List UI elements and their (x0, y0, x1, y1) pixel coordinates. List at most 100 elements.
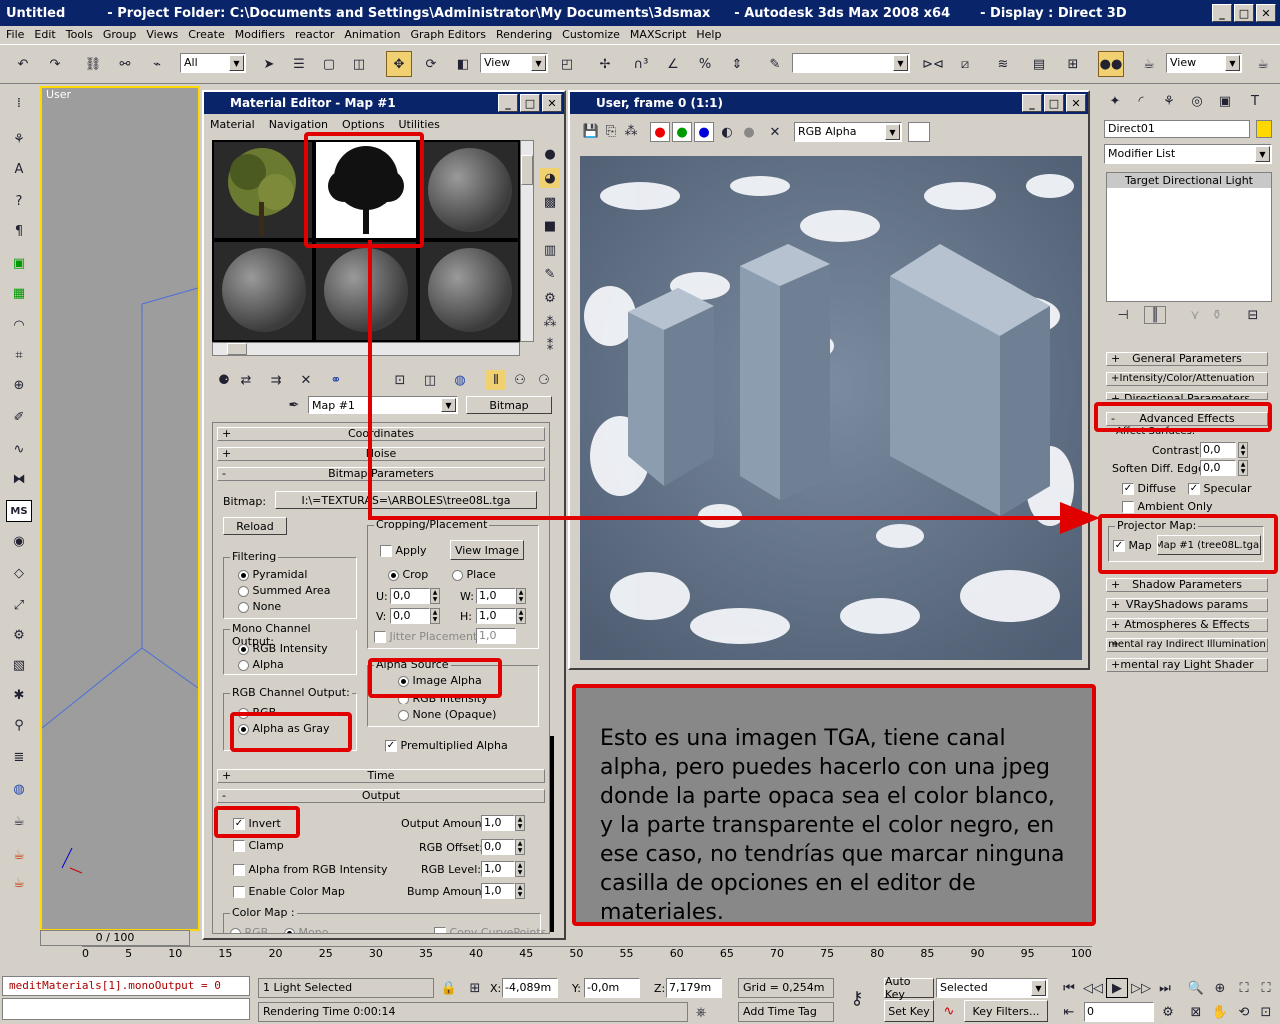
place-radio[interactable]: Place (452, 568, 496, 581)
select-link-icon[interactable]: ⁞ (6, 92, 32, 114)
backlight-icon[interactable]: ◕ (540, 168, 560, 188)
set-key-button[interactable]: Set Key (884, 1000, 934, 1022)
play-icon[interactable]: ▶ (1106, 978, 1128, 998)
color-map-rgb[interactable]: RGB (230, 926, 268, 933)
quick-render-icon[interactable]: ☕ (1250, 51, 1276, 77)
menu-graph-editors[interactable]: Graph Editors (406, 26, 492, 44)
output-amount-field[interactable]: 1,0 (481, 815, 515, 831)
enable-color-map-checkbox[interactable]: Enable Color Map (233, 885, 345, 898)
contrast-field[interactable]: 0,0 (1200, 442, 1236, 458)
pan-icon[interactable]: ✋ (1210, 1002, 1230, 1022)
filter-pyramidal[interactable]: Pyramidal (238, 568, 307, 581)
go-to-end-icon[interactable]: ⏭ (1154, 978, 1176, 998)
zoom-extents-icon[interactable]: ⛶ (1234, 978, 1254, 998)
bump-amount-field[interactable]: 1,0 (481, 883, 515, 899)
render-setup-icon[interactable]: ☕ (1136, 51, 1162, 77)
me-minimize-button[interactable]: _ (498, 94, 518, 112)
grid-icon[interactable]: ▦ (6, 282, 32, 304)
contrast-spinner[interactable]: ▲ ▼ (1238, 442, 1248, 458)
motion-tab-icon[interactable]: ◎ (1186, 90, 1208, 112)
output-amount-spinner[interactable]: ▲ ▼ (515, 815, 525, 831)
auto-key-button[interactable]: Auto Key (884, 975, 934, 1001)
stack-item-target-light[interactable]: Target Directional Light (1107, 173, 1271, 188)
diffuse-checkbox[interactable]: ✓ Diffuse (1122, 482, 1176, 495)
copy-curvepoints-checkbox[interactable]: Copy CurvePoints (434, 926, 546, 933)
select-icon[interactable]: ➤ (256, 51, 282, 77)
orbit-icon[interactable]: ⟲ (1234, 1002, 1254, 1022)
align-icon[interactable]: ⧄ (952, 51, 978, 77)
red-channel-icon[interactable]: ● (650, 122, 670, 142)
viewport-user[interactable]: User (40, 86, 200, 931)
v-field[interactable]: 0,0 (390, 608, 430, 624)
previous-frame-icon[interactable]: ◁◁ (1082, 978, 1104, 998)
render-view-dropdown[interactable]: View ▼ (1166, 53, 1242, 73)
menu-reactor[interactable]: reactor (291, 26, 340, 44)
put-material-icon[interactable]: ⇄ (236, 370, 256, 390)
add-time-tag[interactable]: Add Time Tag (738, 1002, 834, 1022)
crop-apply-checkbox[interactable]: Apply (380, 544, 427, 557)
me-menu-utilities[interactable]: Utilities (398, 118, 439, 131)
maximize-button[interactable]: □ (1234, 4, 1254, 22)
pivot-icon[interactable]: ◰ (554, 51, 580, 77)
rgb-offset-field[interactable]: 0,0 (481, 839, 515, 855)
modifier-list-dropdown[interactable]: Modifier List ▼ (1104, 144, 1272, 164)
filter-summed-area[interactable]: Summed Area (238, 584, 330, 597)
stack-icon[interactable]: ≣ (6, 746, 32, 768)
close-button[interactable]: ✕ (1256, 4, 1276, 22)
redo-icon[interactable]: ↷ (42, 51, 68, 77)
rgb-level-spinner[interactable]: ▲ ▼ (515, 861, 525, 877)
curve-editor-icon[interactable]: ▤ (1026, 51, 1052, 77)
zoom-extents-all-icon[interactable]: ⛶ (1256, 978, 1276, 998)
me-menu-material[interactable]: Material (210, 118, 255, 131)
text-tool-icon[interactable]: A (6, 158, 32, 180)
alpha-from-rgb-checkbox[interactable]: Alpha from RGB Intensity (233, 863, 387, 876)
select-by-name-icon[interactable]: ☰ (286, 51, 312, 77)
menu-rendering[interactable]: Rendering (492, 26, 558, 44)
next-frame-icon[interactable]: ▷▷ (1130, 978, 1152, 998)
color-map-mono[interactable]: Mono (284, 926, 328, 933)
unlink-icon[interactable]: ⚯ (112, 51, 138, 77)
specular-checkbox[interactable]: ✓ Specular (1188, 482, 1252, 495)
measure-icon[interactable]: ◠ (6, 314, 32, 336)
layer-manager-icon[interactable]: ≋ (990, 51, 1016, 77)
lock-icon[interactable]: 🔒 (440, 978, 458, 998)
clamp-checkbox[interactable]: Clamp (233, 839, 284, 852)
remove-modifier-icon[interactable]: ⚱ (1206, 306, 1228, 324)
object-color-swatch[interactable] (1256, 120, 1272, 138)
path-icon[interactable]: ∿ (6, 438, 32, 460)
me-close-button[interactable]: ✕ (542, 94, 562, 112)
ambient-only-checkbox[interactable]: Ambient Only (1122, 500, 1213, 513)
sample-slot-tree-color[interactable] (214, 142, 312, 238)
vrayshadows-rollout[interactable]: + VRayShadows params (1106, 598, 1268, 612)
hierarchy-icon[interactable]: ⚙ (6, 624, 32, 646)
time-tag-icon[interactable]: ⎈ (690, 1002, 712, 1022)
y-coordinate[interactable]: -0,0m (584, 978, 640, 998)
sphere-icon[interactable]: ◉ (6, 530, 32, 552)
assign-material-icon[interactable]: ⇉ (266, 370, 286, 390)
rect-selection-icon[interactable]: ▢ (316, 51, 342, 77)
maxscript-input[interactable] (2, 998, 250, 1020)
mono-rgb-intensity[interactable]: RGB Intensity (238, 642, 328, 655)
go-to-start-icon[interactable]: ⏮ (1058, 978, 1080, 998)
menu-views[interactable]: Views (142, 26, 184, 44)
transform-icon[interactable]: ⤢ (6, 594, 32, 616)
help-query-icon[interactable]: ? (6, 190, 32, 212)
time-rollout[interactable]: + Time (217, 769, 545, 783)
abc-icon[interactable]: ¶ (6, 220, 32, 242)
schematic-view-icon[interactable]: ⊞ (1060, 51, 1086, 77)
make-unique-icon[interactable]: ⋎ (1184, 306, 1206, 324)
time-config-icon[interactable]: ⚙ (1158, 1002, 1178, 1022)
rgb-option-alpha-as-gray[interactable]: Alpha as Gray (238, 722, 330, 735)
intensity-rollout[interactable]: + Intensity/Color/Attenuation (1106, 372, 1268, 386)
menu-edit[interactable]: Edit (30, 26, 61, 44)
menu-help[interactable]: Help (692, 26, 727, 44)
output-rollout[interactable]: - Output (217, 789, 545, 803)
premultiplied-alpha-checkbox[interactable]: ✓ Premultiplied Alpha (385, 739, 508, 752)
menu-animation[interactable]: Animation (340, 26, 406, 44)
mr-light-shader-rollout[interactable]: + mental ray Light Shader (1106, 658, 1268, 672)
move-icon[interactable]: ✥ (386, 51, 412, 77)
named-selection-icon[interactable]: ✎ (762, 51, 788, 77)
menu-file[interactable]: File (2, 26, 30, 44)
rw-minimize-button[interactable]: _ (1022, 94, 1042, 112)
reload-button[interactable]: Reload (223, 517, 287, 535)
